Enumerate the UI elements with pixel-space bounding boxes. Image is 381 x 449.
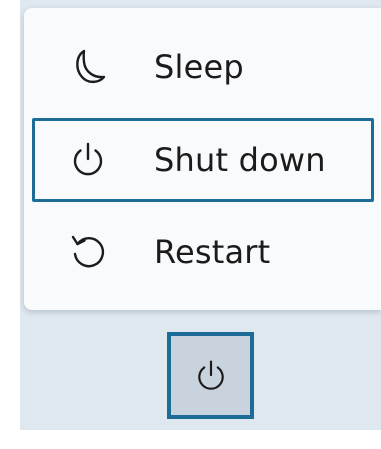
- menu-item-sleep[interactable]: Sleep: [24, 20, 381, 114]
- screen: Sleep Shut down Restart: [0, 0, 381, 449]
- menu-item-shut-down[interactable]: Shut down: [24, 113, 381, 207]
- menu-item-label: Shut down: [154, 141, 326, 179]
- moon-icon: [68, 47, 108, 87]
- power-icon: [193, 358, 229, 394]
- menu-item-label: Sleep: [154, 48, 244, 86]
- power-menu: Sleep Shut down Restart: [24, 8, 381, 310]
- restart-icon: [68, 232, 108, 272]
- power-icon: [68, 140, 108, 180]
- menu-item-label: Restart: [154, 233, 271, 271]
- menu-item-restart[interactable]: Restart: [24, 205, 381, 299]
- power-button[interactable]: [167, 332, 254, 419]
